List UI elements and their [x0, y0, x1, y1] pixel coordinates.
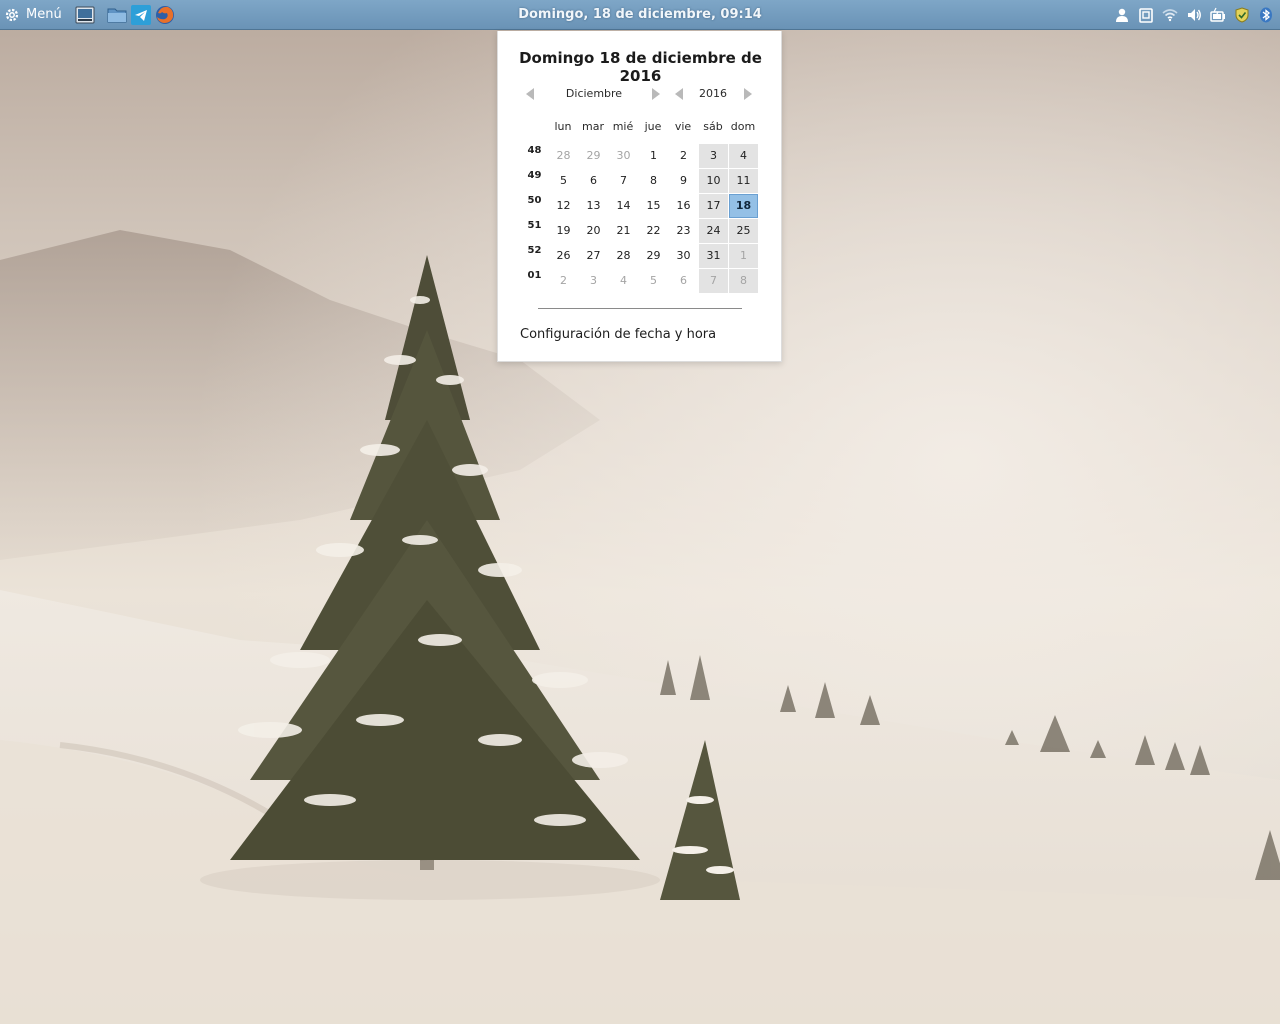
clipboard-tray-item[interactable] [1136, 5, 1156, 25]
calendar-day[interactable]: 28 [609, 244, 638, 268]
calendar-day[interactable]: 29 [579, 144, 608, 168]
weekday-header: mié [612, 120, 634, 133]
calendar-day[interactable]: 16 [669, 194, 698, 218]
calendar-day[interactable]: 8 [729, 269, 758, 293]
calendar-day[interactable]: 28 [549, 144, 578, 168]
volume-tray-item[interactable] [1184, 5, 1204, 25]
top-panel: Menú Domingo, 18 de diciembre, 09:14 [0, 0, 1280, 30]
calendar-day[interactable]: 14 [609, 194, 638, 218]
telegram-launcher[interactable] [130, 4, 152, 26]
calendar-day[interactable]: 29 [639, 244, 668, 268]
weekday-header: vie [674, 120, 692, 133]
calendar-day[interactable]: 22 [639, 219, 668, 243]
week-number: 48 [527, 145, 542, 156]
calendar-popup: Domingo 18 de diciembre de 2016 Diciembr… [497, 31, 782, 362]
calendar-navigation: Diciembre 2016 [522, 86, 762, 102]
calendar-day[interactable]: 30 [669, 244, 698, 268]
volume-icon [1188, 9, 1201, 21]
calendar-day[interactable]: 31 [699, 244, 728, 268]
wifi-icon [1162, 9, 1178, 22]
calendar-day[interactable]: 2 [669, 144, 698, 168]
calendar-day[interactable]: 9 [669, 169, 698, 193]
calendar-day[interactable]: 30 [609, 144, 638, 168]
user-tray-item[interactable] [1112, 5, 1132, 25]
bluetooth-tray-item[interactable] [1256, 5, 1276, 25]
calendar-day[interactable]: 1 [639, 144, 668, 168]
calendar-day[interactable]: 10 [699, 169, 728, 193]
weekday-header: sáb [703, 120, 723, 133]
calendar-day[interactable]: 15 [639, 194, 668, 218]
weekday-header: lun [554, 120, 572, 133]
month-label: Diciembre [565, 87, 623, 100]
file-manager-icon [107, 8, 127, 22]
week-number: 51 [527, 220, 542, 231]
calendar-day[interactable]: 8 [639, 169, 668, 193]
show-desktop-launcher[interactable] [74, 4, 96, 26]
next-year-button[interactable] [744, 88, 752, 100]
week-number: 01 [527, 270, 542, 281]
calendar-day[interactable]: 25 [729, 219, 758, 243]
calendar-day[interactable]: 21 [609, 219, 638, 243]
calendar-day[interactable]: 7 [609, 169, 638, 193]
calendar-day[interactable]: 1 [729, 244, 758, 268]
calendar-day[interactable]: 24 [699, 219, 728, 243]
system-tray [1108, 0, 1276, 30]
calendar-day[interactable]: 11 [729, 169, 758, 193]
wifi-tray-item[interactable] [1160, 5, 1180, 25]
applications-menu-button[interactable]: Menú [0, 0, 66, 30]
calendar-day[interactable]: 4 [729, 144, 758, 168]
security-tray-item[interactable] [1232, 5, 1252, 25]
menu-label: Menú [26, 7, 62, 22]
file-manager-launcher[interactable] [106, 4, 128, 26]
calendar-day[interactable]: 3 [579, 269, 608, 293]
bluetooth-icon [1260, 7, 1272, 23]
calendar-day[interactable]: 17 [699, 194, 728, 218]
battery-icon [1210, 7, 1225, 22]
calendar-day-today[interactable]: 18 [729, 194, 758, 218]
calendar-day[interactable]: 23 [669, 219, 698, 243]
week-number: 50 [527, 195, 542, 206]
panel-clock[interactable]: Domingo, 18 de diciembre, 09:14 [518, 7, 762, 22]
calendar-day[interactable]: 5 [549, 169, 578, 193]
calendar-day[interactable]: 12 [549, 194, 578, 218]
calendar-day[interactable]: 13 [579, 194, 608, 218]
calendar-day[interactable]: 6 [669, 269, 698, 293]
clipboard-icon [1139, 8, 1153, 23]
week-number: 49 [527, 170, 542, 181]
calendar-day[interactable]: 5 [639, 269, 668, 293]
weekday-header: dom [730, 120, 756, 133]
calendar-separator [538, 308, 742, 309]
calendar-date-title: Domingo 18 de diciembre de 2016 [519, 49, 762, 85]
calendar-day[interactable]: 3 [699, 144, 728, 168]
calendar-day[interactable]: 6 [579, 169, 608, 193]
user-icon [1116, 8, 1128, 22]
previous-month-button[interactable] [526, 88, 534, 100]
week-number: 52 [527, 245, 542, 256]
desktop-icon [75, 6, 95, 23]
calendar-day[interactable]: 19 [549, 219, 578, 243]
firefox-icon [155, 5, 174, 24]
previous-year-button[interactable] [675, 88, 683, 100]
next-month-button[interactable] [652, 88, 660, 100]
calendar-day[interactable]: 20 [579, 219, 608, 243]
gear-icon [5, 8, 19, 21]
weekday-header: mar [582, 120, 604, 133]
battery-tray-item[interactable] [1208, 5, 1228, 25]
weekday-header: jue [644, 120, 662, 133]
firefox-launcher[interactable] [154, 4, 176, 26]
calendar-day[interactable]: 26 [549, 244, 578, 268]
year-label: 2016 [699, 87, 727, 100]
calendar-day[interactable]: 2 [549, 269, 578, 293]
telegram-icon [130, 4, 151, 25]
calendar-day[interactable]: 4 [609, 269, 638, 293]
calendar-day[interactable]: 27 [579, 244, 608, 268]
shield-icon [1235, 7, 1249, 23]
calendar-day[interactable]: 7 [699, 269, 728, 293]
date-time-settings-link[interactable]: Configuración de fecha y hora [520, 327, 716, 342]
